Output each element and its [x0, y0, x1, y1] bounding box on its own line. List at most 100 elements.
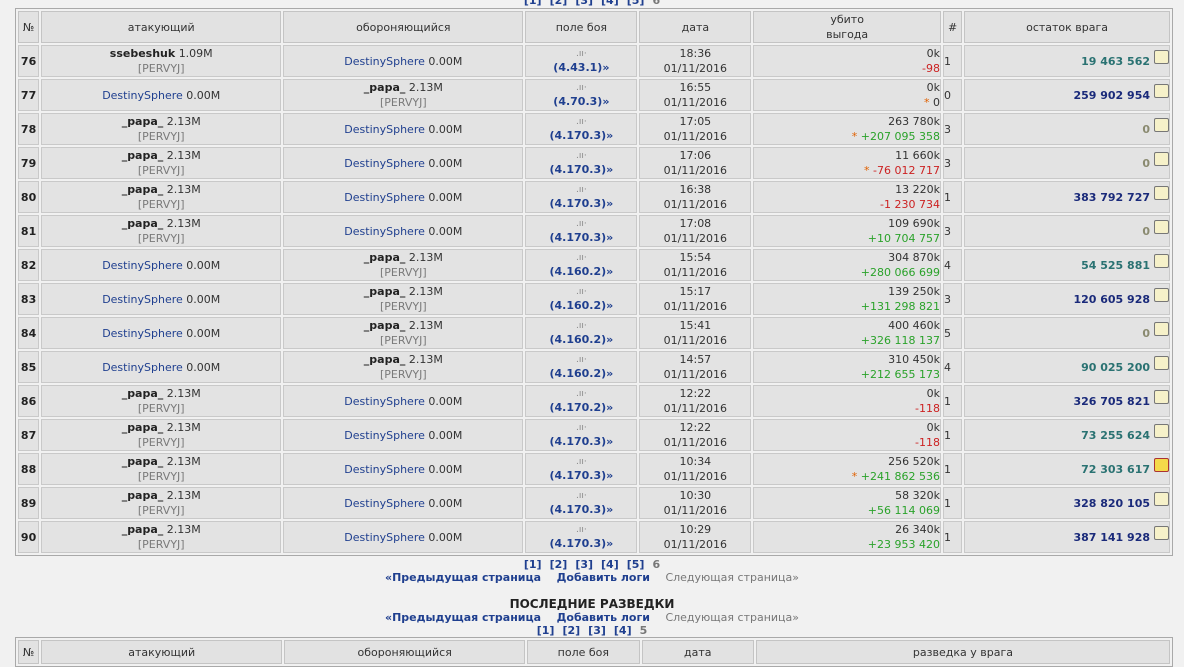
remaining-cell: 383 792 727	[964, 181, 1170, 213]
top-pager-page-1[interactable]: [1]	[524, 0, 542, 7]
battle-field-cell: .ıı· (4.170.3)»	[525, 215, 638, 247]
attacker-name-link[interactable]: DestinySphere	[102, 293, 183, 306]
scroll-log-icon[interactable]	[1154, 185, 1169, 200]
remaining-cell: 72 303 617	[964, 453, 1170, 485]
defender-name-link[interactable]: DestinySphere	[344, 157, 425, 170]
battle-field-coord-link[interactable]: (4.170.3)»	[526, 162, 636, 177]
scroll-log-icon[interactable]	[1154, 83, 1169, 98]
attacker-cell: _papa_ 2.13M [PERVYJ]	[41, 453, 282, 485]
killed-value: 400 460k	[888, 319, 940, 332]
profit-line: +280 066 699	[754, 265, 940, 280]
scroll-log-icon[interactable]	[1154, 423, 1169, 438]
battle-field-coord-link[interactable]: (4.170.3)»	[526, 128, 636, 143]
battle-field-icon: .ıı·	[576, 524, 587, 535]
remaining-cell: 54 525 881	[964, 249, 1170, 281]
table-row: 78 _papa_ 2.13M [PERVYJ] DestinySphere 0.00…	[18, 113, 1170, 145]
attacker-name-link[interactable]: DestinySphere	[102, 327, 183, 340]
defender-name-link[interactable]: DestinySphere	[344, 55, 425, 68]
defender-name-link[interactable]: DestinySphere	[344, 497, 425, 510]
defender-cell: DestinySphere 0.00M	[283, 113, 524, 145]
attacker-size: 2.13M	[166, 149, 201, 162]
battle-field-coord-link[interactable]: (4.160.2)»	[526, 298, 636, 313]
battle-field-coord-link[interactable]: (4.170.2)»	[526, 400, 636, 415]
scroll-log-icon[interactable]	[1154, 287, 1169, 302]
recon-prev-page-link[interactable]: «Предыдущая страница	[385, 611, 541, 624]
top-pager-page-4[interactable]: [4]	[601, 0, 619, 7]
defender-name-link[interactable]: DestinySphere	[344, 429, 425, 442]
killed-value: 263 780k	[888, 115, 940, 128]
rounds-value: 1	[942, 181, 963, 213]
bottom-pager-page-5[interactable]: [5]	[627, 558, 645, 571]
recon-pager-page-5: 5	[639, 624, 648, 637]
battle-field-coord-link[interactable]: (4.43.1)»	[526, 60, 636, 75]
bottom-pager-page-2[interactable]: [2]	[550, 558, 568, 571]
top-pager-page-5[interactable]: [5]	[627, 0, 645, 7]
battle-field-coord-link[interactable]: (4.170.3)»	[526, 502, 636, 517]
recon-pager-page-1[interactable]: [1]	[537, 624, 555, 637]
top-pager-page-2[interactable]: [2]	[550, 0, 568, 7]
attacker-name: _papa_	[121, 421, 164, 434]
scroll-log-icon[interactable]	[1154, 525, 1169, 540]
recon-pager-page-4[interactable]: [4]	[614, 624, 632, 637]
scroll-log-icon[interactable]	[1154, 457, 1169, 472]
defender-name-link[interactable]: DestinySphere	[344, 463, 425, 476]
row-number: 88	[18, 453, 40, 485]
battle-field-coord-link[interactable]: (4.170.3)»	[526, 196, 636, 211]
attacker-name-link[interactable]: DestinySphere	[102, 89, 183, 102]
attacker-alliance: [PERVYJ]	[137, 402, 185, 415]
recon-pager-page-3[interactable]: [3]	[588, 624, 606, 637]
header-killed: убито	[830, 13, 864, 26]
table-row: 88 _papa_ 2.13M [PERVYJ] DestinySphere 0.00…	[18, 453, 1170, 485]
defender-name-link[interactable]: DestinySphere	[344, 225, 425, 238]
battle-date: 01/11/2016	[663, 334, 728, 347]
defender-name-link[interactable]: DestinySphere	[344, 395, 425, 408]
remaining-cell: 328 820 105	[964, 487, 1170, 519]
recon-add-logs-link[interactable]: Добавить логи	[557, 611, 650, 624]
bottom-pager-page-1[interactable]: [1]	[524, 558, 542, 571]
recon-pager-page-2[interactable]: [2]	[562, 624, 580, 637]
scroll-log-icon[interactable]	[1154, 219, 1169, 234]
row-number: 86	[18, 385, 40, 417]
battle-field-coord-link[interactable]: (4.170.3)»	[526, 536, 636, 551]
scroll-log-icon[interactable]	[1154, 253, 1169, 268]
attacker-name-link[interactable]: DestinySphere	[102, 259, 183, 272]
add-logs-link[interactable]: Добавить логи	[557, 571, 650, 584]
scroll-log-icon[interactable]	[1154, 355, 1169, 370]
defender-cell: _papa_ 2.13M [PERVYJ]	[283, 249, 524, 281]
rounds-value: 0	[942, 79, 963, 111]
scroll-log-icon[interactable]	[1154, 321, 1169, 336]
bottom-pager-page-3[interactable]: [3]	[575, 558, 593, 571]
battle-field-cell: .ıı· (4.170.3)»	[525, 487, 638, 519]
prev-page-link[interactable]: «Предыдущая страница	[385, 571, 541, 584]
defender-name-link[interactable]: DestinySphere	[344, 191, 425, 204]
rounds-value: 3	[942, 283, 963, 315]
scroll-log-icon[interactable]	[1154, 389, 1169, 404]
defender-alliance: [PERVYJ]	[379, 334, 427, 347]
battle-field-icon: .ıı·	[576, 252, 587, 263]
defender-name-link[interactable]: DestinySphere	[344, 123, 425, 136]
battle-field-coord-link[interactable]: (4.170.3)»	[526, 230, 636, 245]
battle-field-coord-link[interactable]: (4.170.3)»	[526, 434, 636, 449]
attacker-size: 0.00M	[186, 258, 221, 272]
top-pager-page-3[interactable]: [3]	[575, 0, 593, 7]
table-row: 77 DestinySphere 0.00M _papa_ 2.13M [PERVYJ…	[18, 79, 1170, 111]
battle-field-coord-link[interactable]: (4.160.2)»	[526, 366, 636, 381]
bottom-pager-page-4[interactable]: [4]	[601, 558, 619, 571]
scroll-log-icon[interactable]	[1154, 151, 1169, 166]
battle-field-cell: .ıı· (4.170.3)»	[525, 453, 638, 485]
remaining-value: 0	[1142, 122, 1150, 136]
battle-field-coord-link[interactable]: (4.70.3)»	[526, 94, 636, 109]
defender-name-link[interactable]: DestinySphere	[344, 531, 425, 544]
battle-field-coord-link[interactable]: (4.160.2)»	[526, 332, 636, 347]
scroll-log-icon[interactable]	[1154, 491, 1169, 506]
profit-value: -1 230 734	[880, 198, 940, 211]
scroll-log-icon[interactable]	[1154, 117, 1169, 132]
killed-profit-cell: 139 250k +131 298 821	[753, 283, 941, 315]
attacker-line: _papa_ 2.13M	[122, 523, 201, 536]
attacker-name-link[interactable]: DestinySphere	[102, 361, 183, 374]
killed-value: 0k	[926, 47, 940, 60]
scroll-log-icon[interactable]	[1154, 49, 1169, 64]
battle-field-coord-link[interactable]: (4.160.2)»	[526, 264, 636, 279]
battle-field-coord-link[interactable]: (4.170.3)»	[526, 468, 636, 483]
row-number: 81	[18, 215, 40, 247]
